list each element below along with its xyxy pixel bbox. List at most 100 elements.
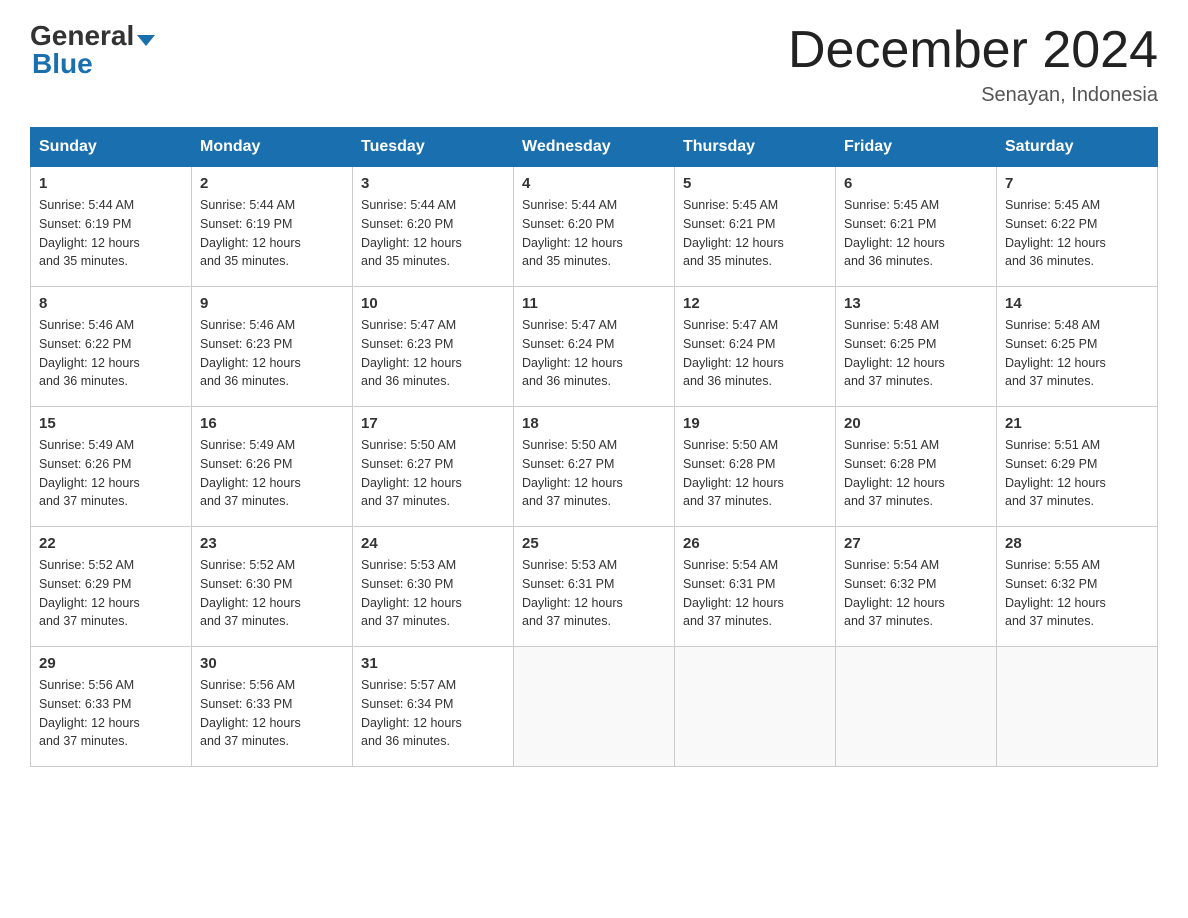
- day-info: Sunrise: 5:44 AM Sunset: 6:20 PM Dayligh…: [361, 196, 505, 271]
- daylight-label: Daylight: 12 hours: [683, 596, 784, 610]
- day-number: 19: [683, 415, 827, 432]
- sunset-label: Sunset: 6:24 PM: [522, 337, 614, 351]
- daylight-label: Daylight: 12 hours: [361, 716, 462, 730]
- daylight-minutes: and 37 minutes.: [522, 614, 611, 628]
- day-info: Sunrise: 5:46 AM Sunset: 6:23 PM Dayligh…: [200, 316, 344, 391]
- calendar-table: Sunday Monday Tuesday Wednesday Thursday…: [30, 127, 1158, 767]
- daylight-minutes: and 37 minutes.: [39, 494, 128, 508]
- calendar-cell: 3 Sunrise: 5:44 AM Sunset: 6:20 PM Dayli…: [353, 167, 514, 287]
- daylight-label: Daylight: 12 hours: [39, 716, 140, 730]
- sunset-label: Sunset: 6:26 PM: [39, 457, 131, 471]
- sunrise-label: Sunrise: 5:46 AM: [200, 318, 295, 332]
- day-number: 25: [522, 535, 666, 552]
- calendar-cell: 1 Sunrise: 5:44 AM Sunset: 6:19 PM Dayli…: [31, 167, 192, 287]
- day-number: 18: [522, 415, 666, 432]
- day-info: Sunrise: 5:45 AM Sunset: 6:21 PM Dayligh…: [683, 196, 827, 271]
- day-info: Sunrise: 5:52 AM Sunset: 6:29 PM Dayligh…: [39, 556, 183, 631]
- sunset-label: Sunset: 6:28 PM: [683, 457, 775, 471]
- sunrise-label: Sunrise: 5:46 AM: [39, 318, 134, 332]
- day-info: Sunrise: 5:54 AM Sunset: 6:32 PM Dayligh…: [844, 556, 988, 631]
- daylight-minutes: and 35 minutes.: [683, 254, 772, 268]
- daylight-minutes: and 37 minutes.: [361, 494, 450, 508]
- calendar-cell: 10 Sunrise: 5:47 AM Sunset: 6:23 PM Dayl…: [353, 287, 514, 407]
- sunrise-label: Sunrise: 5:50 AM: [683, 438, 778, 452]
- day-info: Sunrise: 5:51 AM Sunset: 6:28 PM Dayligh…: [844, 436, 988, 511]
- day-info: Sunrise: 5:45 AM Sunset: 6:22 PM Dayligh…: [1005, 196, 1149, 271]
- sunset-label: Sunset: 6:19 PM: [39, 217, 131, 231]
- daylight-minutes: and 37 minutes.: [1005, 374, 1094, 388]
- daylight-label: Daylight: 12 hours: [39, 476, 140, 490]
- day-number: 28: [1005, 535, 1149, 552]
- day-info: Sunrise: 5:47 AM Sunset: 6:24 PM Dayligh…: [522, 316, 666, 391]
- sunrise-label: Sunrise: 5:48 AM: [1005, 318, 1100, 332]
- daylight-minutes: and 35 minutes.: [522, 254, 611, 268]
- sunrise-label: Sunrise: 5:54 AM: [683, 558, 778, 572]
- header-row: Sunday Monday Tuesday Wednesday Thursday…: [31, 128, 1158, 167]
- calendar-cell: 8 Sunrise: 5:46 AM Sunset: 6:22 PM Dayli…: [31, 287, 192, 407]
- sunrise-label: Sunrise: 5:45 AM: [1005, 198, 1100, 212]
- daylight-label: Daylight: 12 hours: [200, 356, 301, 370]
- daylight-minutes: and 35 minutes.: [39, 254, 128, 268]
- day-number: 11: [522, 295, 666, 312]
- sunset-label: Sunset: 6:32 PM: [844, 577, 936, 591]
- sunset-label: Sunset: 6:21 PM: [683, 217, 775, 231]
- sunset-label: Sunset: 6:26 PM: [200, 457, 292, 471]
- day-info: Sunrise: 5:48 AM Sunset: 6:25 PM Dayligh…: [1005, 316, 1149, 391]
- daylight-label: Daylight: 12 hours: [361, 236, 462, 250]
- sunrise-label: Sunrise: 5:53 AM: [361, 558, 456, 572]
- day-info: Sunrise: 5:57 AM Sunset: 6:34 PM Dayligh…: [361, 676, 505, 751]
- day-number: 14: [1005, 295, 1149, 312]
- day-number: 5: [683, 175, 827, 192]
- calendar-cell: [836, 647, 997, 767]
- daylight-minutes: and 37 minutes.: [361, 614, 450, 628]
- day-info: Sunrise: 5:45 AM Sunset: 6:21 PM Dayligh…: [844, 196, 988, 271]
- header-saturday: Saturday: [997, 128, 1158, 167]
- daylight-label: Daylight: 12 hours: [1005, 356, 1106, 370]
- daylight-label: Daylight: 12 hours: [39, 236, 140, 250]
- day-number: 6: [844, 175, 988, 192]
- day-info: Sunrise: 5:49 AM Sunset: 6:26 PM Dayligh…: [200, 436, 344, 511]
- calendar-week-4: 22 Sunrise: 5:52 AM Sunset: 6:29 PM Dayl…: [31, 527, 1158, 647]
- header-friday: Friday: [836, 128, 997, 167]
- sunset-label: Sunset: 6:20 PM: [522, 217, 614, 231]
- day-info: Sunrise: 5:54 AM Sunset: 6:31 PM Dayligh…: [683, 556, 827, 631]
- sunset-label: Sunset: 6:25 PM: [844, 337, 936, 351]
- header-sunday: Sunday: [31, 128, 192, 167]
- daylight-label: Daylight: 12 hours: [200, 236, 301, 250]
- sunset-label: Sunset: 6:21 PM: [844, 217, 936, 231]
- sunrise-label: Sunrise: 5:44 AM: [361, 198, 456, 212]
- daylight-minutes: and 37 minutes.: [39, 614, 128, 628]
- day-number: 23: [200, 535, 344, 552]
- calendar-cell: 23 Sunrise: 5:52 AM Sunset: 6:30 PM Dayl…: [192, 527, 353, 647]
- daylight-minutes: and 36 minutes.: [683, 374, 772, 388]
- sunset-label: Sunset: 6:27 PM: [361, 457, 453, 471]
- sunset-label: Sunset: 6:32 PM: [1005, 577, 1097, 591]
- sunrise-label: Sunrise: 5:45 AM: [683, 198, 778, 212]
- sunset-label: Sunset: 6:33 PM: [200, 697, 292, 711]
- daylight-label: Daylight: 12 hours: [683, 236, 784, 250]
- day-info: Sunrise: 5:50 AM Sunset: 6:27 PM Dayligh…: [522, 436, 666, 511]
- sunset-label: Sunset: 6:33 PM: [39, 697, 131, 711]
- calendar-cell: 26 Sunrise: 5:54 AM Sunset: 6:31 PM Dayl…: [675, 527, 836, 647]
- daylight-label: Daylight: 12 hours: [683, 356, 784, 370]
- calendar-cell: 9 Sunrise: 5:46 AM Sunset: 6:23 PM Dayli…: [192, 287, 353, 407]
- header-tuesday: Tuesday: [353, 128, 514, 167]
- daylight-minutes: and 35 minutes.: [200, 254, 289, 268]
- day-number: 12: [683, 295, 827, 312]
- sunset-label: Sunset: 6:30 PM: [200, 577, 292, 591]
- calendar-cell: 6 Sunrise: 5:45 AM Sunset: 6:21 PM Dayli…: [836, 167, 997, 287]
- sunset-label: Sunset: 6:27 PM: [522, 457, 614, 471]
- day-number: 7: [1005, 175, 1149, 192]
- day-info: Sunrise: 5:55 AM Sunset: 6:32 PM Dayligh…: [1005, 556, 1149, 631]
- sunrise-label: Sunrise: 5:45 AM: [844, 198, 939, 212]
- day-info: Sunrise: 5:50 AM Sunset: 6:28 PM Dayligh…: [683, 436, 827, 511]
- sunrise-label: Sunrise: 5:53 AM: [522, 558, 617, 572]
- daylight-label: Daylight: 12 hours: [683, 476, 784, 490]
- sunset-label: Sunset: 6:23 PM: [361, 337, 453, 351]
- day-info: Sunrise: 5:47 AM Sunset: 6:23 PM Dayligh…: [361, 316, 505, 391]
- daylight-label: Daylight: 12 hours: [361, 596, 462, 610]
- header-thursday: Thursday: [675, 128, 836, 167]
- daylight-minutes: and 36 minutes.: [522, 374, 611, 388]
- daylight-minutes: and 37 minutes.: [844, 614, 933, 628]
- day-number: 22: [39, 535, 183, 552]
